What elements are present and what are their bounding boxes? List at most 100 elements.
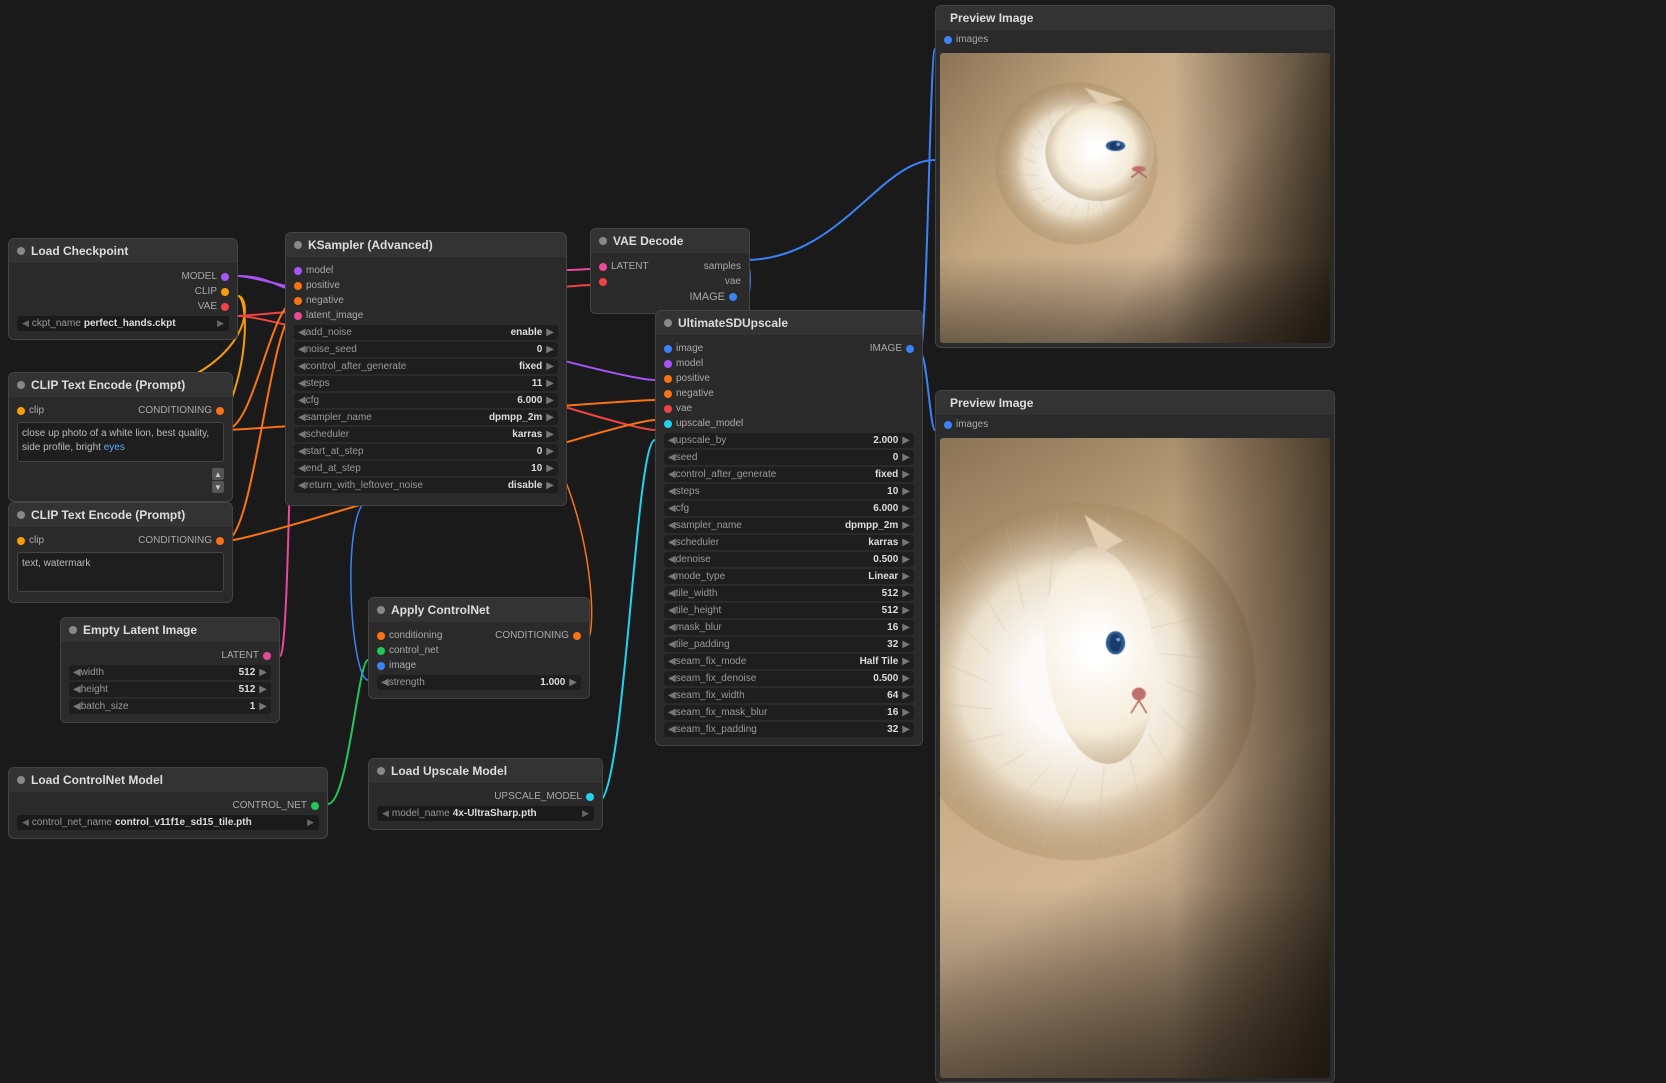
upscale-by-param[interactable]: ◀ upscale_by 2.000 ▶ [664, 433, 914, 448]
ksampler-neg-label: negative [306, 295, 344, 306]
width-label: width [81, 667, 235, 678]
height-param[interactable]: ◀ height 512 ▶ [69, 682, 271, 697]
ckpt-field-label: ckpt_name [32, 318, 81, 329]
cn-conditioning-label: conditioning [389, 630, 442, 641]
control-after-generate-param[interactable]: ◀ control_after_generate fixed ▶ [294, 359, 558, 374]
ksampler-model-in[interactable] [294, 267, 302, 275]
upscale-image-in[interactable] [664, 345, 672, 353]
batch-size-param[interactable]: ◀ batch_size 1 ▶ [69, 699, 271, 714]
u-cfg[interactable]: ◀ cfg 6.000 ▶ [664, 501, 914, 516]
model-output-port[interactable] [221, 273, 229, 281]
scroll-up-btn[interactable]: ▲ [212, 468, 224, 480]
u-seam-fix-padding[interactable]: ◀ seam_fix_padding 32 ▶ [664, 722, 914, 737]
steps-param[interactable]: ◀ steps 11 ▶ [294, 376, 558, 391]
cfg-param[interactable]: ◀ cfg 6.000 ▶ [294, 393, 558, 408]
u-seam-fix-mask-blur[interactable]: ◀ seam_fix_mask_blur 16 ▶ [664, 705, 914, 720]
clip-output-port[interactable] [221, 288, 229, 296]
image-out-port[interactable] [729, 293, 737, 301]
clip-text-negative-header: CLIP Text Encode (Prompt) [9, 503, 232, 527]
conditioning-output-port[interactable] [216, 407, 224, 415]
upscale-neg-in[interactable] [664, 390, 672, 398]
u-mask-blur[interactable]: ◀ mask_blur 16 ▶ [664, 620, 914, 635]
latent-output-port[interactable] [263, 652, 271, 660]
height-prev[interactable]: ◀ [73, 684, 81, 695]
u-tile-padding[interactable]: ◀ tile_padding 32 ▶ [664, 637, 914, 652]
u-denoise[interactable]: ◀ denoise 0.500 ▶ [664, 552, 914, 567]
ksampler-latent-in[interactable] [294, 312, 302, 320]
cn-conditioning-in[interactable] [377, 632, 385, 640]
return-noise-param[interactable]: ◀ return_with_leftover_noise disable ▶ [294, 478, 558, 493]
sampler-name-param[interactable]: ◀ sampler_name dpmpp_2m ▶ [294, 410, 558, 425]
upscale-image-out[interactable] [906, 345, 914, 353]
cn-field-label: control_net_name [32, 817, 112, 828]
u-scheduler[interactable]: ◀ scheduler karras ▶ [664, 535, 914, 550]
node-dot9 [377, 767, 385, 775]
u-seam-fix-mode[interactable]: ◀ seam_fix_mode Half Tile ▶ [664, 654, 914, 669]
cn-next-btn[interactable]: ▶ [307, 817, 314, 828]
vae-decode-vae-out: vae [725, 276, 741, 287]
conditioning-output-port-neg[interactable] [216, 537, 224, 545]
upscale-model-in[interactable] [664, 360, 672, 368]
ksampler-pos-in[interactable] [294, 282, 302, 290]
negative-prompt-text[interactable]: text, watermark [17, 552, 224, 592]
cn-prev-btn[interactable]: ◀ [22, 817, 29, 828]
conditioning-output-label: CONDITIONING [138, 405, 212, 416]
load-upscale-header: Load Upscale Model [369, 759, 602, 783]
scroll-down-btn[interactable]: ▼ [212, 481, 224, 493]
width-next[interactable]: ▶ [259, 667, 267, 678]
seed-param[interactable]: ◀ seed 0 ▶ [664, 450, 914, 465]
positive-prompt-text[interactable]: close up photo of a white lion, best qua… [17, 422, 224, 462]
start-at-step-param[interactable]: ◀ start_at_step 0 ▶ [294, 444, 558, 459]
vae-decode-vae-in[interactable] [599, 278, 607, 286]
um-prev[interactable]: ◀ [382, 808, 389, 819]
batch-prev[interactable]: ◀ [73, 701, 81, 712]
u-steps[interactable]: ◀ steps 10 ▶ [664, 484, 914, 499]
cn-image-in[interactable] [377, 662, 385, 670]
end-at-step-param[interactable]: ◀ end_at_step 10 ▶ [294, 461, 558, 476]
upscale-model-port[interactable] [664, 420, 672, 428]
um-label: model_name [392, 808, 450, 819]
upscale-model-out-label: UPSCALE_MODEL [494, 791, 582, 802]
u-control-after-generate[interactable]: ◀ control_after_generate fixed ▶ [664, 467, 914, 482]
scheduler-param[interactable]: ◀ scheduler karras ▶ [294, 427, 558, 442]
vae-output-port[interactable] [221, 303, 229, 311]
strength-param[interactable]: ◀ strength 1.000 ▶ [377, 675, 581, 690]
upscale-model-row[interactable]: ◀ model_name 4x-UltraSharp.pth ▶ [377, 806, 594, 821]
width-prev[interactable]: ◀ [73, 667, 81, 678]
cn-conditioning-out[interactable] [573, 632, 581, 640]
ckpt-next-btn[interactable]: ▶ [217, 318, 224, 329]
control-net-output-label: CONTROL_NET [233, 800, 307, 811]
ckpt-name-row[interactable]: ◀ ckpt_name perfect_hands.ckpt ▶ [17, 316, 229, 331]
upscale-model-out-port[interactable] [586, 793, 594, 801]
u-sampler[interactable]: ◀ sampler_name dpmpp_2m ▶ [664, 518, 914, 533]
cn-net-in[interactable] [377, 647, 385, 655]
batch-next[interactable]: ▶ [259, 701, 267, 712]
clip-input-port[interactable] [17, 407, 25, 415]
u-seam-fix-denoise[interactable]: ◀ seam_fix_denoise 0.500 ▶ [664, 671, 914, 686]
load-controlnet-title: Load ControlNet Model [31, 773, 163, 787]
u-tile-width[interactable]: ◀ tile_width 512 ▶ [664, 586, 914, 601]
ckpt-prev-btn[interactable]: ◀ [22, 318, 29, 329]
noise-seed-param[interactable]: ◀ noise_seed 0 ▶ [294, 342, 558, 357]
upscale-vae-in[interactable] [664, 405, 672, 413]
height-next[interactable]: ▶ [259, 684, 267, 695]
control-net-output-port[interactable] [311, 802, 319, 810]
upscale-neg-label: negative [676, 388, 714, 399]
load-controlnet-header: Load ControlNet Model [9, 768, 327, 792]
u-seam-fix-width[interactable]: ◀ seam_fix_width 64 ▶ [664, 688, 914, 703]
upscale-pos-in[interactable] [664, 375, 672, 383]
clip-input-port-neg[interactable] [17, 537, 25, 545]
u-tile-height[interactable]: ◀ tile_height 512 ▶ [664, 603, 914, 618]
preview-image-2-node: Preview Image images [935, 390, 1335, 1083]
preview-1-image-in[interactable] [944, 36, 952, 44]
controlnet-name-row[interactable]: ◀ control_net_name control_v11f1e_sd15_t… [17, 815, 319, 830]
um-next[interactable]: ▶ [582, 808, 589, 819]
ultimate-upscale-title: UltimateSDUpscale [678, 316, 788, 330]
u-mode-type[interactable]: ◀ mode_type Linear ▶ [664, 569, 914, 584]
vae-decode-latent-in[interactable] [599, 263, 607, 271]
ksampler-neg-in[interactable] [294, 297, 302, 305]
preview-2-image-in[interactable] [944, 421, 952, 429]
width-param[interactable]: ◀ width 512 ▶ [69, 665, 271, 680]
add-noise-param[interactable]: ◀ add_noise enable ▶ [294, 325, 558, 340]
clip-input-label-neg: clip [29, 535, 44, 546]
